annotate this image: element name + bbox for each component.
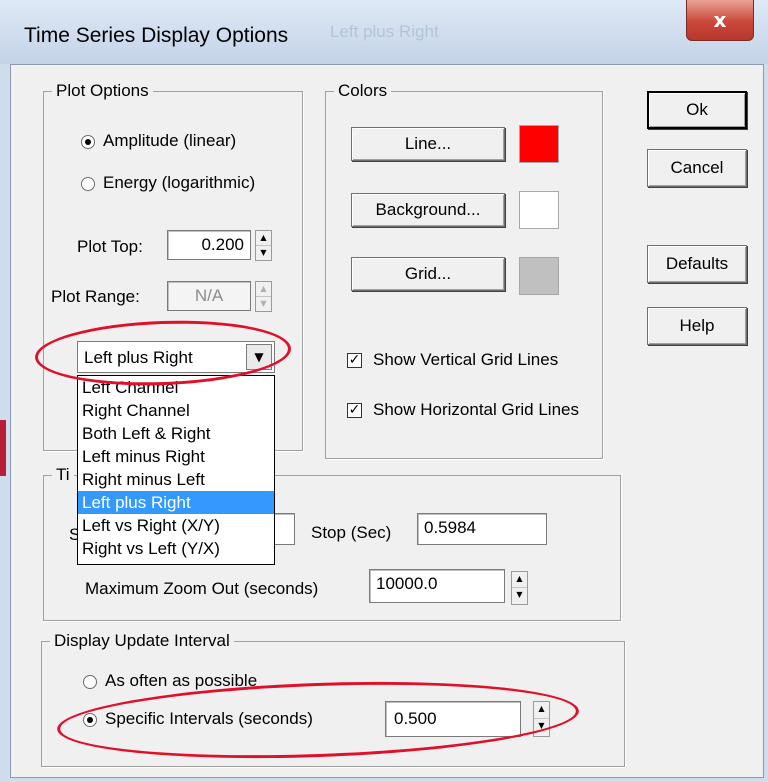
background-color-swatch[interactable] bbox=[519, 191, 559, 229]
channel-option-right-vs-left[interactable]: Right vs Left (Y/X) bbox=[78, 537, 274, 560]
spin-up-icon: ▲ bbox=[256, 282, 271, 297]
plot-top-input[interactable]: 0.200 bbox=[167, 230, 251, 260]
max-zoom-spinner[interactable]: ▲ ▼ bbox=[511, 571, 528, 605]
dialog-client-area: Plot Options Amplitude (linear) Energy (… bbox=[10, 64, 764, 778]
update-interval-legend: Display Update Interval bbox=[54, 631, 230, 650]
channel-option-left-plus-right[interactable]: Left plus Right bbox=[78, 491, 274, 514]
plot-top-spinner[interactable]: ▲ ▼ bbox=[255, 230, 272, 261]
channel-option-left-minus-right[interactable]: Left minus Right bbox=[78, 445, 274, 468]
line-color-button[interactable]: Line... bbox=[351, 127, 505, 161]
spin-up-icon[interactable]: ▲ bbox=[512, 572, 527, 588]
show-vertical-grid-checkbox[interactable]: ✓ bbox=[347, 353, 362, 368]
spin-down-icon[interactable]: ▼ bbox=[256, 246, 271, 261]
stop-input[interactable]: 0.5984 bbox=[417, 513, 547, 545]
spin-down-icon: ▼ bbox=[260, 298, 267, 308]
colors-legend: Colors bbox=[338, 81, 388, 100]
defaults-button[interactable]: Defaults bbox=[647, 245, 747, 283]
energy-radio[interactable] bbox=[81, 177, 95, 191]
show-horizontal-grid-checkbox[interactable]: ✓ bbox=[347, 403, 362, 418]
show-vertical-grid-label[interactable]: Show Vertical Grid Lines bbox=[373, 350, 558, 370]
close-icon: x bbox=[713, 8, 727, 32]
channel-option-both[interactable]: Both Left & Right bbox=[78, 422, 274, 445]
as-often-radio[interactable] bbox=[83, 675, 97, 689]
plot-range-spinner: ▲ ▼ bbox=[255, 281, 272, 312]
background-edge bbox=[0, 420, 6, 476]
background-color-button[interactable]: Background... bbox=[351, 193, 505, 227]
amplitude-radio[interactable] bbox=[81, 135, 95, 149]
plot-options-legend: Plot Options bbox=[56, 81, 149, 100]
max-zoom-label: Maximum Zoom Out (seconds) bbox=[85, 579, 319, 598]
dialog-window: Left plus Right Time Series Display Opti… bbox=[0, 0, 768, 782]
plot-range-input: N/A bbox=[167, 281, 251, 311]
max-zoom-input[interactable]: 10000.0 bbox=[369, 569, 505, 603]
close-button[interactable]: x bbox=[686, 0, 754, 41]
amplitude-label[interactable]: Amplitude (linear) bbox=[103, 131, 236, 151]
energy-label[interactable]: Energy (logarithmic) bbox=[103, 173, 255, 193]
grid-color-swatch[interactable] bbox=[519, 257, 559, 295]
grid-color-button[interactable]: Grid... bbox=[351, 257, 505, 291]
spin-down-icon[interactable]: ▼ bbox=[512, 588, 527, 604]
line-color-swatch[interactable] bbox=[519, 125, 559, 163]
channel-dropdown-list: Left Channel Right Channel Both Left & R… bbox=[77, 375, 275, 565]
cancel-button[interactable]: Cancel bbox=[647, 149, 747, 187]
spin-up-icon[interactable]: ▲ bbox=[256, 231, 271, 246]
time-group-legend: Ti bbox=[56, 465, 70, 484]
ok-button[interactable]: Ok bbox=[647, 91, 747, 129]
plot-range-label: Plot Range: bbox=[51, 287, 140, 306]
title-ghost-text: Left plus Right bbox=[330, 22, 439, 41]
channel-option-right-minus-left[interactable]: Right minus Left bbox=[78, 468, 274, 491]
help-button[interactable]: Help bbox=[647, 307, 747, 345]
stop-label: Stop (Sec) bbox=[311, 523, 392, 542]
plot-top-label: Plot Top: bbox=[77, 237, 143, 256]
channel-option-left-vs-right[interactable]: Left vs Right (X/Y) bbox=[78, 514, 274, 537]
title-bar[interactable]: Left plus Right Time Series Display Opti… bbox=[0, 0, 768, 64]
channel-option-right[interactable]: Right Channel bbox=[78, 399, 274, 422]
show-horizontal-grid-label[interactable]: Show Horizontal Grid Lines bbox=[373, 400, 579, 420]
window-title: Time Series Display Options bbox=[24, 24, 289, 47]
